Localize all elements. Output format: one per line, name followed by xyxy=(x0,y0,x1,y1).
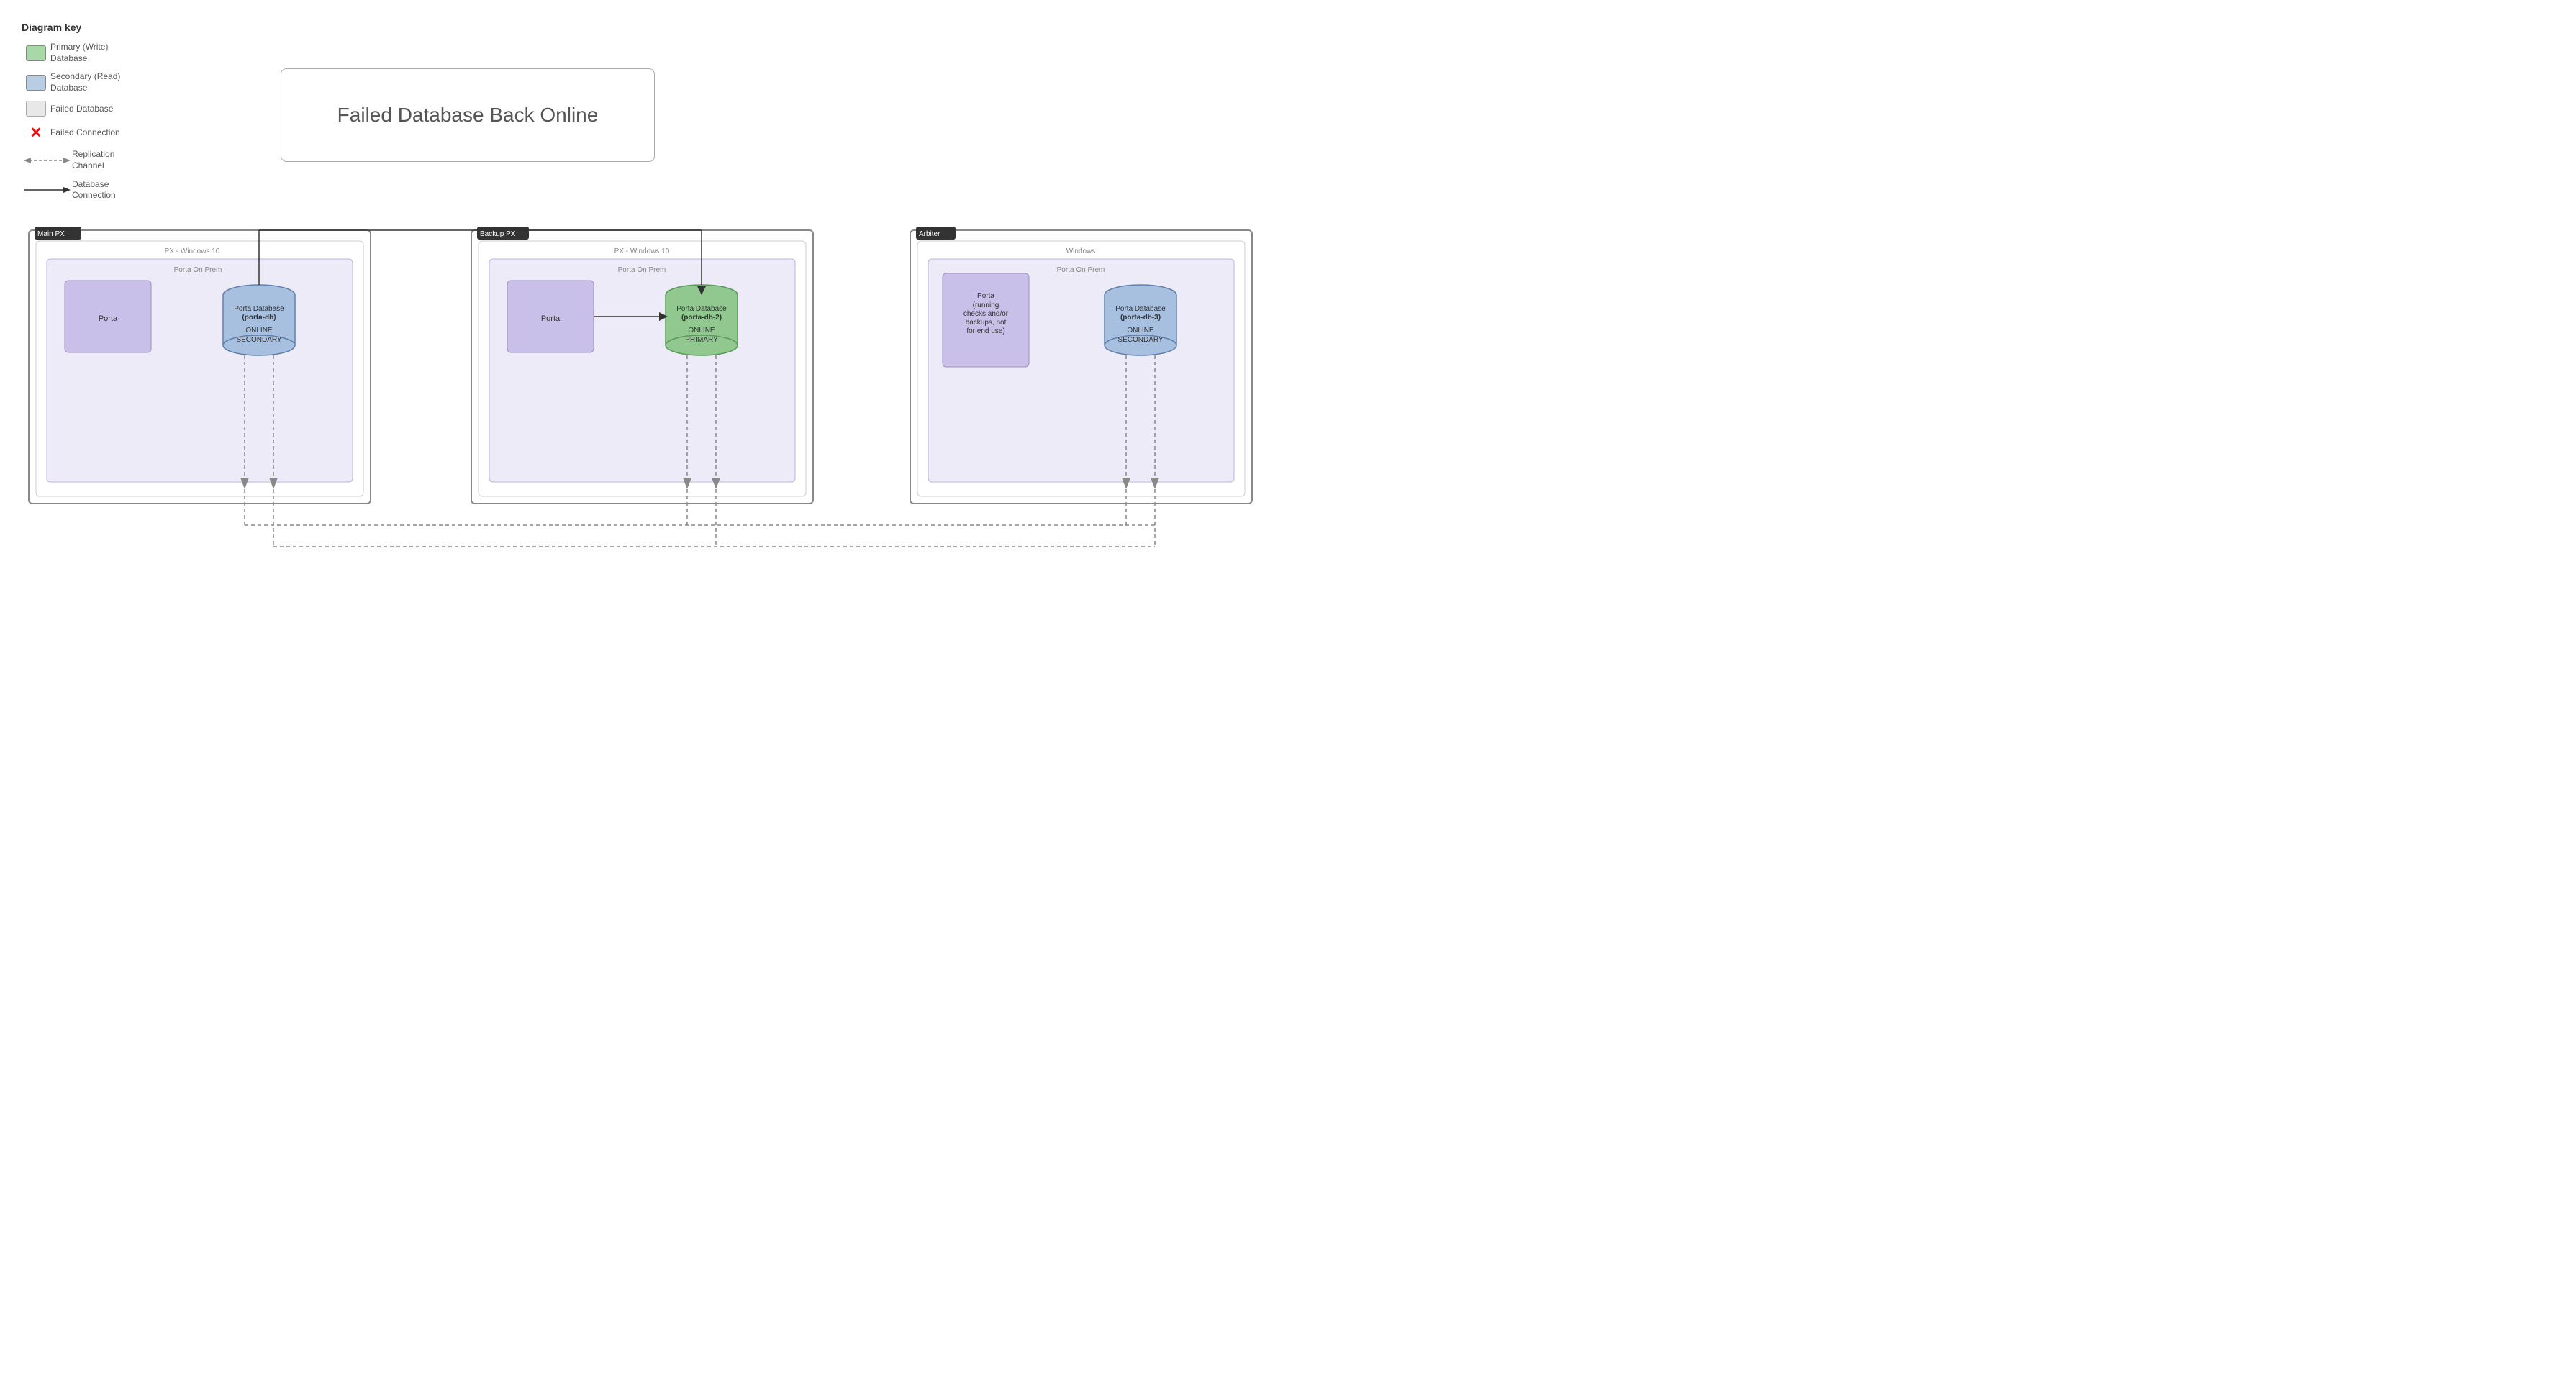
backup-px-prem: Porta On Prem xyxy=(618,266,666,274)
arbiter-porta4: backups, not xyxy=(966,319,1007,327)
key-item-replication: ReplicationChannel xyxy=(22,149,209,171)
arbiter-prem: Porta On Prem xyxy=(1057,266,1105,274)
main-px-db-status: ONLINE xyxy=(245,327,273,335)
key-label-db-conn: DatabaseConnection xyxy=(72,179,116,201)
main-px-db-role: SECONDARY xyxy=(236,336,281,344)
backup-px-label: Backup PX xyxy=(480,230,516,238)
main-px-db-name2: (porta-db) xyxy=(242,314,276,322)
key-item-failed-db: Failed Database xyxy=(22,101,209,117)
arbiter-db-name1: Porta Database xyxy=(1115,305,1166,313)
key-item-db-conn: DatabaseConnection xyxy=(22,179,209,201)
secondary-db-icon xyxy=(26,75,46,91)
main-px-db-name1: Porta Database xyxy=(234,305,284,313)
key-item-primary: Primary (Write)Database xyxy=(22,42,209,64)
backup-px-db-name2: (porta-db-2) xyxy=(681,314,722,322)
backup-px-db-name1: Porta Database xyxy=(676,305,727,313)
arbiter-db-status: ONLINE xyxy=(1127,327,1154,335)
main-layout: Diagram key Primary (Write)Database Seco… xyxy=(0,0,1288,640)
diagram-svg: Main PX PX - Windows 10 Porta On Prem Po… xyxy=(22,223,1259,619)
arbiter-porta2: (running xyxy=(973,301,999,309)
main-px-porta: Porta xyxy=(99,314,118,323)
failed-db-icon xyxy=(26,101,46,117)
arbiter-db-role: SECONDARY xyxy=(1117,336,1163,344)
diagram-key-title: Diagram key xyxy=(22,22,209,33)
backup-px-os: PX - Windows 10 xyxy=(614,247,670,255)
key-label-primary: Primary (Write)Database xyxy=(50,42,108,64)
key-icon-db-conn xyxy=(22,184,72,196)
key-label-secondary: Secondary (Read)Database xyxy=(50,71,120,94)
key-icon-failed-conn: ✕ xyxy=(22,124,50,142)
arbiter-porta1: Porta xyxy=(977,292,994,300)
main-px-label: Main PX xyxy=(37,230,65,238)
backup-px-porta: Porta xyxy=(541,314,561,323)
title-text: Failed Database Back Online xyxy=(337,104,599,127)
key-item-secondary: Secondary (Read)Database xyxy=(22,71,209,94)
backup-px-db-role: PRIMARY xyxy=(685,336,718,344)
primary-db-icon xyxy=(26,45,46,61)
x-icon: ✕ xyxy=(30,124,42,142)
key-icon-primary xyxy=(22,45,50,61)
key-icon-failed-db xyxy=(22,101,50,117)
arbiter-porta3: checks and/or xyxy=(963,310,1009,318)
arbiter-db-name2: (porta-db-3) xyxy=(1120,314,1161,322)
main-px-prem: Porta On Prem xyxy=(174,266,222,274)
arbiter-label: Arbiter xyxy=(919,230,940,238)
diagram-container: Main PX PX - Windows 10 Porta On Prem Po… xyxy=(22,223,1266,619)
key-icon-secondary xyxy=(22,75,50,91)
key-label-failed-conn: Failed Connection xyxy=(50,127,120,139)
key-label-failed-db: Failed Database xyxy=(50,104,113,115)
key-label-replication: ReplicationChannel xyxy=(72,149,114,171)
key-icon-replication xyxy=(22,155,72,166)
key-item-failed-conn: ✕ Failed Connection xyxy=(22,124,209,142)
arbiter-porta5: for end use) xyxy=(966,327,1004,335)
backup-px-db-status: ONLINE xyxy=(688,327,715,335)
diagram-key: Diagram key Primary (Write)Database Seco… xyxy=(22,22,209,209)
arbiter-os: Windows xyxy=(1066,247,1096,255)
main-px-os: PX - Windows 10 xyxy=(165,247,220,255)
title-box: Failed Database Back Online xyxy=(281,68,655,162)
